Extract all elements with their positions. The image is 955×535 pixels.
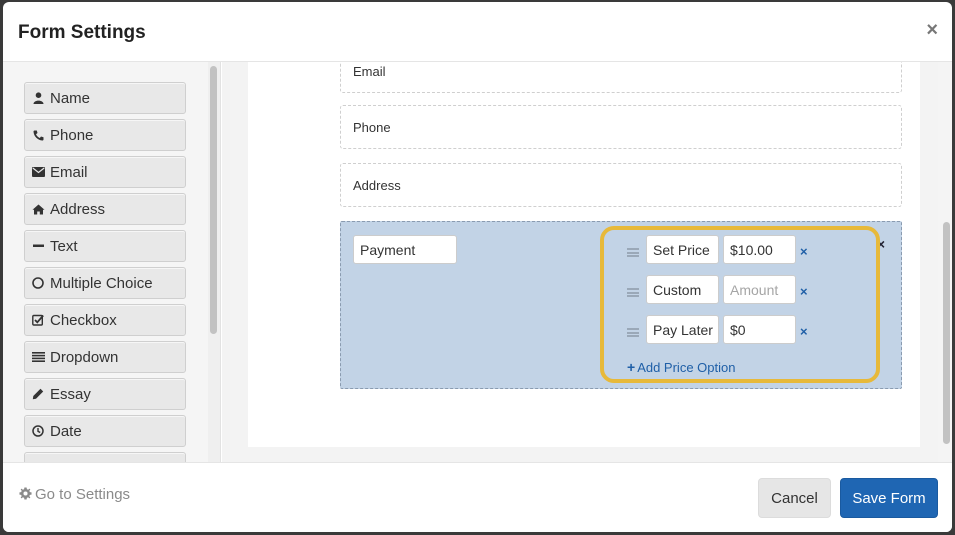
form-field-label: Phone	[353, 119, 391, 135]
drag-handle-icon[interactable]	[627, 248, 639, 257]
sidebar-item-label: Date	[50, 422, 82, 440]
sidebar-item-address[interactable]: Address	[24, 193, 186, 225]
sidebar-item-checkbox[interactable]: Checkbox	[24, 304, 186, 336]
form-field-email[interactable]: Email	[340, 62, 902, 93]
modal-footer: Go to Settings Cancel Save Form	[3, 462, 952, 532]
sidebar-item-label: Checkbox	[50, 311, 117, 329]
sidebar-item-label: Name	[50, 89, 91, 107]
sidebar-item-phone[interactable]: Phone	[24, 119, 186, 151]
phone-icon	[31, 128, 45, 142]
home-icon	[31, 202, 45, 216]
sidebar-item-date[interactable]: Date	[24, 415, 186, 447]
go-to-settings-label: Go to Settings	[35, 486, 131, 503]
remove-option-icon[interactable]: ×	[800, 324, 808, 339]
sidebar-item-label: Essay	[50, 385, 91, 403]
save-form-button[interactable]: Save Form	[840, 478, 938, 518]
form-builder-area: Email Phone Address Payment × Set Price …	[222, 62, 952, 462]
clock-icon	[31, 424, 45, 438]
form-field-label: Address	[353, 177, 401, 193]
form-field-phone[interactable]: Phone	[340, 105, 902, 149]
sidebar-item-label: Multiple Choice	[50, 274, 153, 292]
add-price-option-label: Add Price Option	[637, 360, 736, 375]
content-scrollbar-thumb[interactable]	[943, 222, 950, 444]
price-option-name-input[interactable]: Custom	[646, 275, 719, 304]
pencil-icon	[31, 387, 45, 401]
list-icon	[31, 350, 45, 364]
sidebar-item-partial[interactable]	[24, 452, 186, 462]
cancel-button[interactable]: Cancel	[758, 478, 831, 518]
remove-option-icon[interactable]: ×	[800, 284, 808, 299]
form-field-label: Email	[353, 64, 386, 79]
remove-option-icon[interactable]: ×	[800, 244, 808, 259]
add-price-option-link[interactable]: + Add Price Option	[627, 359, 735, 375]
sidebar-item-label: Dropdown	[50, 348, 119, 366]
envelope-icon	[31, 165, 45, 179]
payment-field-block[interactable]: Payment × Set Price $10.00 × Custom Amou…	[340, 221, 902, 389]
close-icon[interactable]: ×	[926, 20, 938, 40]
sidebar-item-label: Text	[50, 237, 78, 255]
sidebar-item-text[interactable]: Text	[24, 230, 186, 262]
sidebar-item-name[interactable]: Name	[24, 82, 186, 114]
payment-label-input[interactable]: Payment	[353, 235, 457, 264]
price-option-name-input[interactable]: Set Price	[646, 235, 719, 264]
drag-handle-icon[interactable]	[627, 288, 639, 297]
price-option-amount-input[interactable]: Amount	[723, 275, 796, 304]
form-settings-modal: Form Settings × Name Phone Email Address…	[3, 2, 952, 532]
go-to-settings-link[interactable]: Go to Settings	[19, 486, 130, 503]
price-option-name-input[interactable]: Pay Later	[646, 315, 719, 344]
field-palette: Name Phone Email Address Text Multiple C…	[3, 62, 221, 462]
sidebar-item-multiple-choice[interactable]: Multiple Choice	[24, 267, 186, 299]
radio-icon	[31, 276, 45, 290]
modal-title: Form Settings	[18, 22, 146, 43]
sidebar-item-essay[interactable]: Essay	[24, 378, 186, 410]
user-icon	[31, 91, 45, 105]
plus-icon: +	[627, 359, 636, 375]
sidebar-item-label: Address	[50, 200, 106, 218]
sidebar-item-email[interactable]: Email	[24, 156, 186, 188]
drag-handle-icon[interactable]	[627, 328, 639, 337]
sidebar-item-label: Email	[50, 163, 88, 181]
sidebar-scrollbar-thumb[interactable]	[210, 66, 217, 334]
form-field-address[interactable]: Address	[340, 163, 902, 207]
price-option-amount-input[interactable]: $10.00	[723, 235, 796, 264]
gear-icon	[19, 486, 32, 502]
form-canvas: Email Phone Address Payment × Set Price …	[248, 62, 920, 447]
sidebar-item-dropdown[interactable]: Dropdown	[24, 341, 186, 373]
modal-header: Form Settings ×	[3, 2, 952, 62]
minus-icon	[31, 239, 45, 253]
checkbox-icon	[31, 313, 45, 327]
sidebar-item-label: Phone	[50, 126, 94, 144]
price-option-amount-input[interactable]: $0	[723, 315, 796, 344]
